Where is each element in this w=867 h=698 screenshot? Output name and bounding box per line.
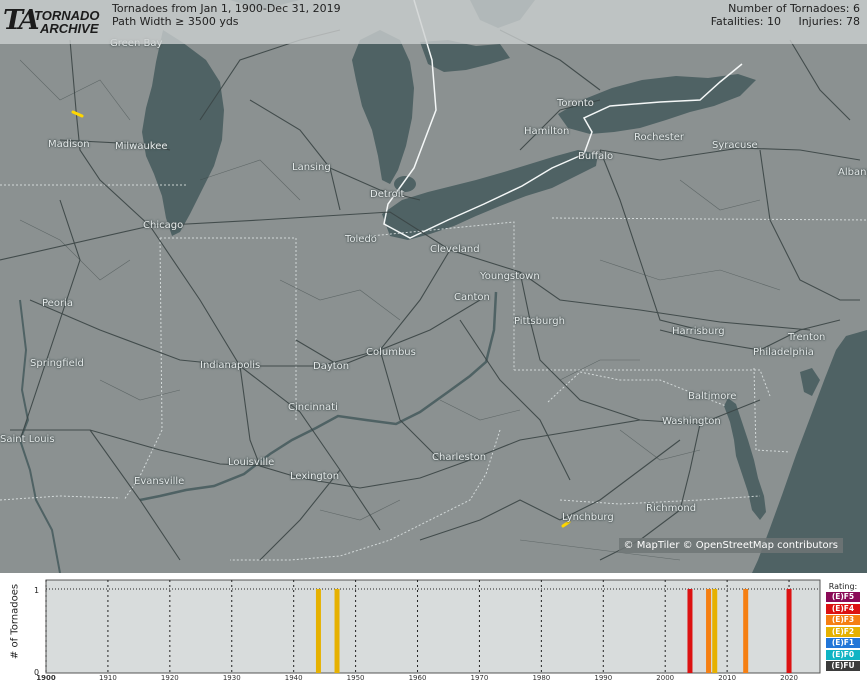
city-label: Louisville (228, 457, 275, 468)
x-tick-label: 1910 (99, 674, 117, 682)
city-label: Saint Louis (0, 434, 55, 445)
map-attribution[interactable]: © MapTiler © OpenStreetMap contributors (618, 538, 843, 553)
city-label: Cleveland (430, 244, 480, 255)
atlantic-ocean (752, 330, 867, 573)
timeline-panel[interactable]: 1900 1910 1920 1930 1940 1950 1960 1970 1980 1990… (0, 573, 867, 698)
injuries-text: Injuries: 78 (798, 15, 860, 28)
fatalities-text: Fatalities: 10 (710, 15, 781, 28)
plot-background (45, 579, 821, 674)
city-label: Toronto (557, 98, 594, 109)
georgian-bay (420, 40, 510, 72)
tornado-archive-logo[interactable]: TA TORNADO ARCHIVE (3, 4, 107, 38)
city-label: Cincinnati (288, 402, 338, 413)
tornado-count-text: Number of Tornadoes: 6 (728, 2, 860, 15)
city-label: Buffalo (578, 151, 614, 162)
city-label: Milwaukee (115, 141, 168, 152)
logo-letters: TA (3, 5, 40, 36)
city-label: Lansing (292, 162, 331, 173)
y-axis-label: # of Tornadoes (9, 583, 21, 660)
lake-michigan (142, 30, 224, 236)
city-label: Peoria (42, 298, 73, 309)
city-label: Detroit (370, 189, 405, 200)
city-label: Baltimore (688, 391, 737, 402)
city-label: Lynchburg (562, 512, 614, 523)
city-label: Dayton (313, 361, 350, 372)
date-range-text: Tornadoes from Jan 1, 1900-Dec 31, 2019 (112, 2, 341, 15)
x-tick-label: 1920 (161, 674, 179, 682)
x-tick-label: 2010 (718, 674, 736, 682)
lake-erie (382, 150, 598, 240)
legend-title: Rating: (828, 582, 858, 591)
x-tick-label: 1930 (223, 674, 241, 682)
city-label: Madison (48, 139, 90, 150)
legend-ef3[interactable]: (E)F3 (826, 615, 860, 625)
tornado-bar[interactable] (706, 589, 712, 673)
tornado-track-wisconsin (71, 110, 84, 118)
city-label: Hamilton (524, 126, 570, 137)
city-label: Chicago (143, 220, 184, 231)
city-label: Columbus (366, 347, 416, 358)
x-tick-label: 1990 (594, 674, 612, 682)
tornado-bar[interactable] (712, 589, 718, 673)
x-tick-label: 1900 (36, 674, 56, 682)
tornado-bar[interactable] (786, 589, 792, 673)
y-tick-0: 0 (34, 668, 39, 677)
city-label: Canton (454, 292, 490, 303)
x-tick-label: 2020 (780, 674, 798, 682)
city-label: Pittsburgh (514, 316, 565, 327)
logo-word-archive: ARCHIVE (40, 21, 99, 36)
city-label: Lexington (290, 471, 340, 482)
tornado-bar[interactable] (743, 589, 749, 673)
city-label: Springfield (30, 358, 84, 369)
legend-ef2[interactable]: (E)F2 (826, 626, 860, 637)
city-label: Richmond (646, 503, 697, 514)
header-bar: TA TORNADO ARCHIVE Tornadoes from Jan 1,… (0, 0, 867, 44)
timeline-x-ticks: 1900 1910 1920 1930 1940 1950 1960 1970 1980 1990… (36, 674, 798, 682)
city-label: Youngstown (480, 271, 540, 282)
y-tick-1: 1 (34, 586, 39, 595)
rating-legend: Rating: (E)F5 (E)F4 (E)F3 (E)F2 (E)F1 (E… (826, 582, 860, 673)
legend-ef5[interactable]: (E)F5 (826, 592, 860, 602)
city-label: Albany (838, 167, 867, 178)
city-label: Harrisburg (672, 326, 725, 337)
city-label: Trenton (788, 332, 826, 343)
legend-ef0[interactable]: (E)F0 (826, 649, 860, 660)
legend-ef1[interactable]: (E)F1 (826, 638, 860, 648)
legend-efu[interactable]: (E)FU (826, 661, 860, 671)
x-tick-label: 2000 (656, 674, 674, 682)
tornado-bar[interactable] (687, 589, 693, 673)
x-tick-label: 1940 (285, 674, 303, 682)
city-label: Syracuse (712, 140, 758, 151)
map-basemap (0, 0, 867, 573)
x-tick-label: 1970 (471, 674, 489, 682)
ohio-river (139, 291, 498, 502)
x-tick-label: 1980 (532, 674, 550, 682)
x-tick-label: 1960 (409, 674, 427, 682)
x-tick-label: 1950 (347, 674, 365, 682)
chesapeake-bay (724, 398, 766, 520)
path-width-text: Path Width ≥ 3500 yds (112, 15, 239, 28)
tornado-bar[interactable] (334, 589, 340, 673)
city-label: Washington (662, 416, 721, 427)
city-label: Charleston (432, 452, 487, 463)
lake-huron (352, 30, 414, 184)
city-label: Toledo (345, 234, 377, 245)
city-label: Rochester (634, 132, 684, 143)
city-label: Philadelphia (753, 347, 814, 358)
city-label: Evansville (134, 476, 185, 487)
delaware-bay (800, 368, 820, 396)
timeline-chart[interactable]: 1900 1910 1920 1930 1940 1950 1960 1970 1980 1990… (0, 573, 867, 698)
legend-ef4[interactable]: (E)F4 (826, 603, 860, 614)
map-area[interactable]: Green Bay Madison Milwaukee Lansing Detr… (0, 0, 867, 573)
city-label: Indianapolis (200, 360, 261, 371)
tornado-bar[interactable] (315, 589, 321, 673)
